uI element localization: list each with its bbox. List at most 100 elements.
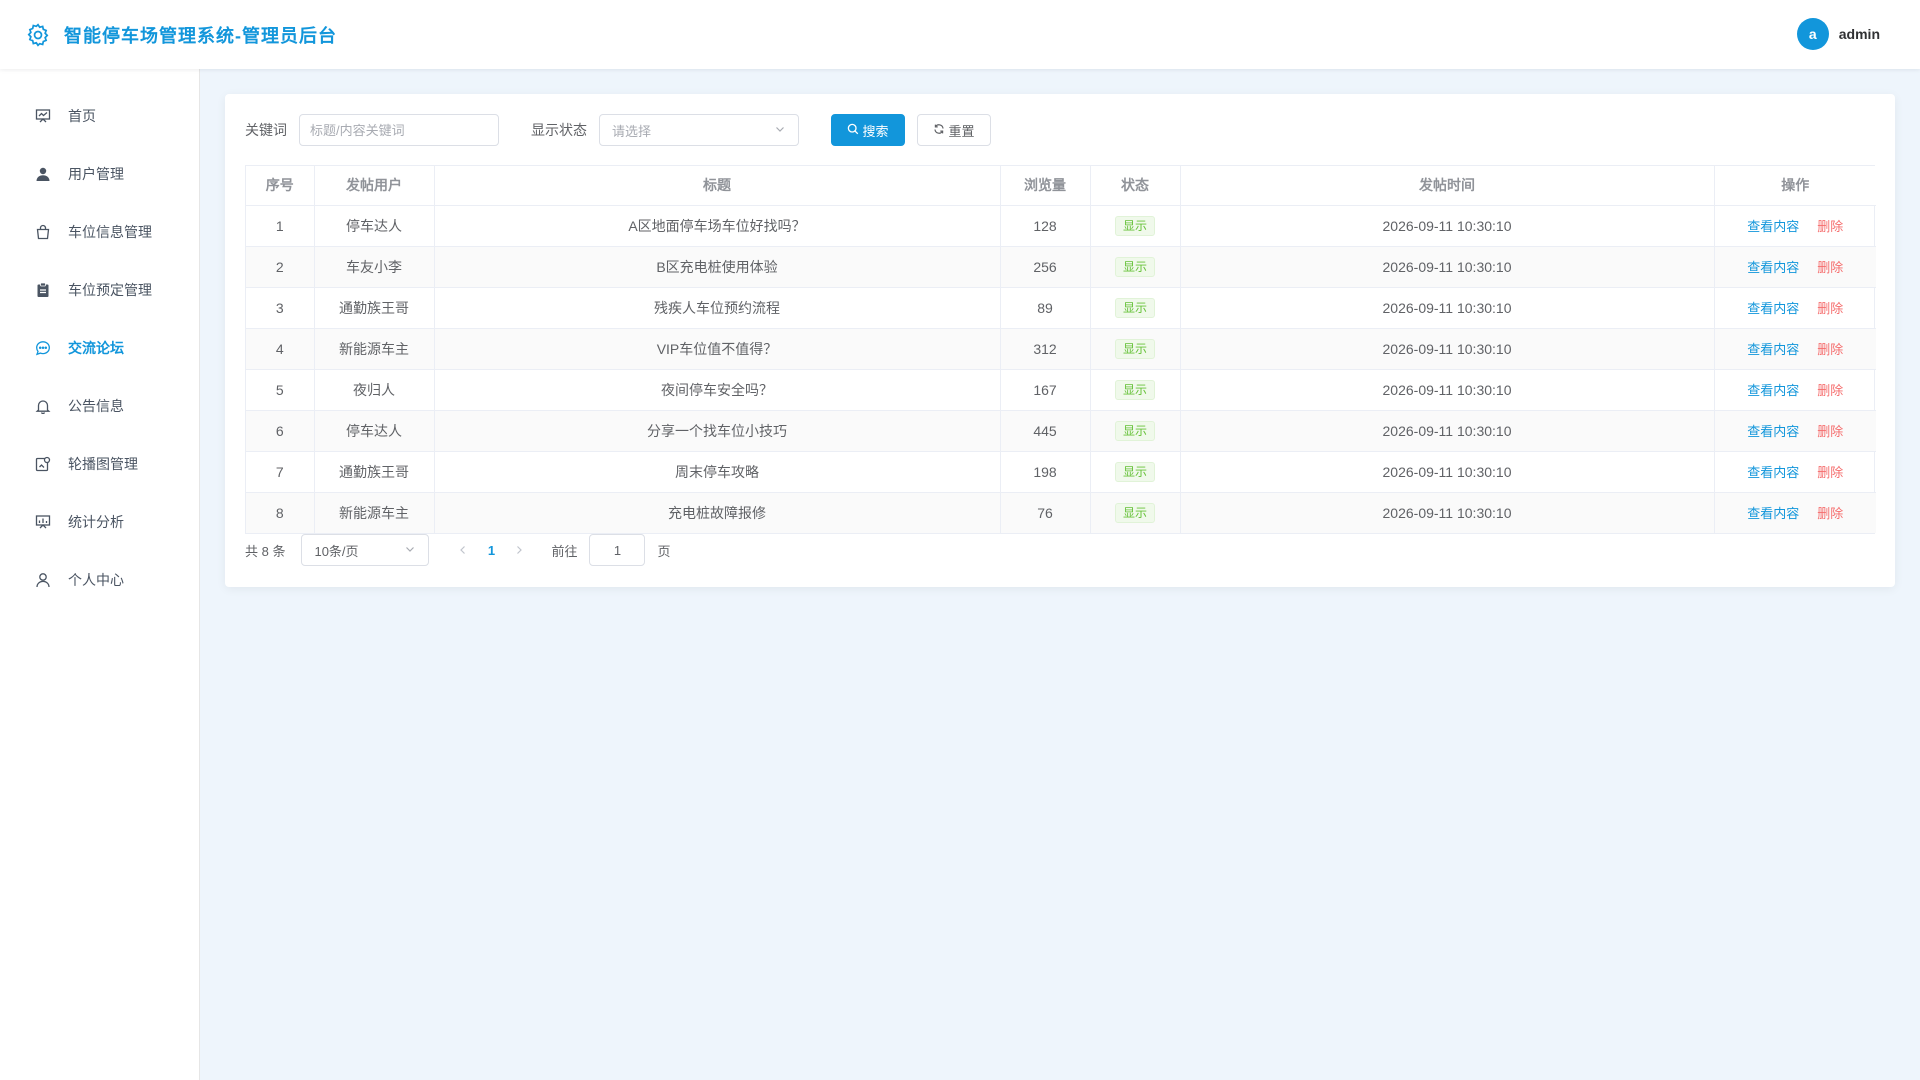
keyword-input[interactable]	[299, 114, 499, 146]
cell-title: 残疾人车位预约流程	[434, 287, 1001, 329]
sidebar: 首页 用户管理 车位信息管理 车位预定管理 交流论坛 公告信息 轮播图管理 统计…	[0, 69, 200, 1080]
delete-link[interactable]: 删除	[1817, 219, 1843, 234]
sidebar-item-space-info[interactable]: 车位信息管理	[0, 203, 199, 261]
username[interactable]: admin	[1839, 26, 1880, 42]
cell-index: 1	[246, 205, 315, 247]
view-content-link[interactable]: 查看内容	[1747, 342, 1799, 357]
sidebar-item-profile[interactable]: 个人中心	[0, 551, 199, 609]
table-row: 8 新能源车主 充电桩故障报修 76 显示 2026-09-11 10:30:1…	[246, 492, 1876, 533]
person-icon	[34, 571, 52, 589]
delete-link[interactable]: 删除	[1817, 301, 1843, 316]
reset-button[interactable]: 重置	[917, 114, 991, 146]
view-content-link[interactable]: 查看内容	[1747, 301, 1799, 316]
cell-status: 显示	[1090, 328, 1181, 370]
cell-status: 显示	[1090, 205, 1181, 247]
status-badge: 显示	[1114, 297, 1155, 318]
image-icon	[34, 455, 52, 473]
sidebar-item-label: 统计分析	[68, 514, 124, 530]
cell-time: 2026-09-11 10:30:10	[1180, 451, 1715, 493]
goto-label: 前往	[551, 543, 578, 559]
status-badge: 显示	[1114, 379, 1155, 400]
bell-icon	[34, 397, 52, 415]
cell-index: 6	[246, 410, 315, 452]
sidebar-item-label: 公告信息	[68, 398, 124, 414]
cell-actions: 查看内容 删除	[1714, 287, 1876, 329]
cell-views: 128	[1000, 205, 1091, 247]
cell-time: 2026-09-11 10:30:10	[1180, 410, 1715, 452]
page-size-value: 10条/页	[314, 543, 359, 559]
delete-link[interactable]: 删除	[1817, 260, 1843, 275]
column-header-user: 发帖用户	[314, 166, 435, 206]
cell-time: 2026-09-11 10:30:10	[1180, 492, 1715, 533]
view-content-link[interactable]: 查看内容	[1747, 506, 1799, 521]
pagination: 共 8 条 10条/页 1 前往 页	[245, 534, 671, 566]
user-menu[interactable]: a admin	[1796, 18, 1880, 50]
delete-link[interactable]: 删除	[1817, 506, 1843, 521]
next-page-button[interactable]	[505, 534, 533, 566]
cell-views: 89	[1000, 287, 1091, 329]
cell-status: 显示	[1090, 246, 1181, 288]
forum-table: 序号 发帖用户 标题 浏览量 状态 发帖时间 操作 1 停车达人 A区地面停车场…	[245, 165, 1876, 534]
app-title: 智能停车场管理系统-管理员后台	[64, 25, 337, 46]
sidebar-item-notice[interactable]: 公告信息	[0, 377, 199, 435]
avatar[interactable]: a	[1796, 18, 1829, 50]
sidebar-item-statistics[interactable]: 统计分析	[0, 493, 199, 551]
cell-status: 显示	[1090, 287, 1181, 329]
bag-icon	[34, 223, 52, 241]
gear-icon	[24, 21, 52, 49]
table-row: 6 停车达人 分享一个找车位小技巧 445 显示 2026-09-11 10:3…	[246, 410, 1876, 452]
status-badge: 显示	[1114, 338, 1155, 359]
sidebar-item-users[interactable]: 用户管理	[0, 145, 199, 203]
page-number-current[interactable]: 1	[477, 534, 505, 566]
sidebar-item-label: 个人中心	[68, 572, 124, 588]
sidebar-item-reservation[interactable]: 车位预定管理	[0, 261, 199, 319]
sidebar-item-home[interactable]: 首页	[0, 87, 199, 145]
table-row: 1 停车达人 A区地面停车场车位好找吗？ 128 显示 2026-09-11 1…	[246, 205, 1876, 247]
view-content-link[interactable]: 查看内容	[1747, 465, 1799, 480]
status-badge: 显示	[1114, 420, 1155, 441]
sidebar-item-carousel[interactable]: 轮播图管理	[0, 435, 199, 493]
cell-time: 2026-09-11 10:30:10	[1180, 205, 1715, 247]
cell-user: 停车达人	[314, 410, 435, 452]
cell-user: 夜归人	[314, 369, 435, 411]
sidebar-item-label: 车位预定管理	[68, 282, 152, 298]
sidebar-item-forum[interactable]: 交流论坛	[0, 319, 199, 377]
view-content-link[interactable]: 查看内容	[1747, 424, 1799, 439]
search-button[interactable]: 搜索	[831, 114, 905, 146]
view-content-link[interactable]: 查看内容	[1747, 219, 1799, 234]
cell-title: B区充电桩使用体验	[434, 246, 1001, 288]
table-row: 4 新能源车主 VIP车位值不值得？ 312 显示 2026-09-11 10:…	[246, 328, 1876, 370]
column-header-index: 序号	[246, 166, 315, 206]
status-select-placeholder: 请选择	[612, 123, 652, 139]
table-row: 7 通勤族王哥 周末停车攻略 198 显示 2026-09-11 10:30:1…	[246, 451, 1876, 493]
column-header-status: 状态	[1090, 166, 1181, 206]
table-header-row: 序号 发帖用户 标题 浏览量 状态 发帖时间 操作	[246, 166, 1876, 206]
delete-link[interactable]: 删除	[1817, 342, 1843, 357]
cell-actions: 查看内容 删除	[1714, 369, 1876, 411]
status-badge: 显示	[1114, 256, 1155, 277]
delete-link[interactable]: 删除	[1817, 383, 1843, 398]
sidebar-item-label: 车位信息管理	[68, 224, 152, 240]
column-header-title: 标题	[434, 166, 1001, 206]
prev-page-button[interactable]	[449, 534, 477, 566]
view-content-link[interactable]: 查看内容	[1747, 383, 1799, 398]
cell-actions: 查看内容 删除	[1714, 410, 1876, 452]
sidebar-item-label: 交流论坛	[68, 340, 124, 356]
cell-actions: 查看内容 删除	[1714, 492, 1876, 533]
chart-board-icon	[34, 513, 52, 531]
cell-views: 167	[1000, 369, 1091, 411]
delete-link[interactable]: 删除	[1817, 424, 1843, 439]
page-suffix: 页	[657, 543, 671, 559]
cell-title: 充电桩故障报修	[434, 492, 1001, 533]
column-header-views: 浏览量	[1000, 166, 1091, 206]
forum-list-card: 关键词 显示状态 请选择 搜索 重置	[225, 94, 1895, 587]
goto-page-input[interactable]	[589, 534, 646, 566]
cell-views: 445	[1000, 410, 1091, 452]
page-size-select[interactable]: 10条/页	[301, 534, 430, 566]
chevron-right-icon	[514, 543, 524, 558]
cell-user: 通勤族王哥	[314, 451, 435, 493]
status-select[interactable]: 请选择	[599, 114, 799, 146]
view-content-link[interactable]: 查看内容	[1747, 260, 1799, 275]
delete-link[interactable]: 删除	[1817, 465, 1843, 480]
refresh-icon	[933, 123, 948, 138]
